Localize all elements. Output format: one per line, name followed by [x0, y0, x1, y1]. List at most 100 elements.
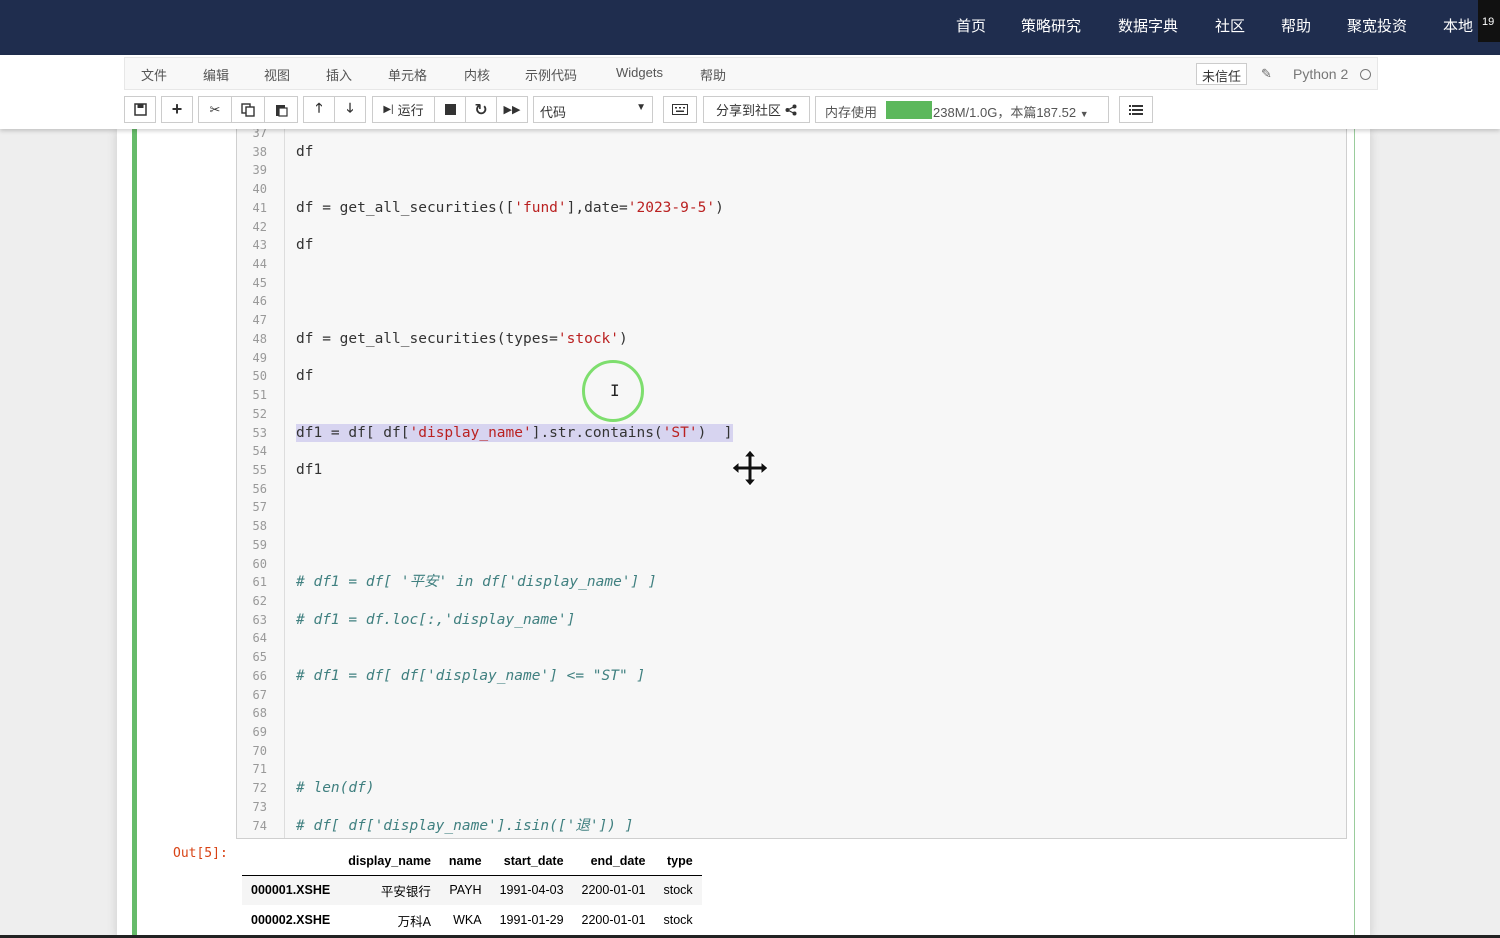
corner-badge: 19	[1478, 0, 1500, 42]
keyboard-icon	[672, 104, 688, 115]
copy-button[interactable]	[231, 96, 265, 123]
code-line[interactable]: # len(df)	[296, 779, 375, 797]
nav-strategy-research[interactable]: 策略研究	[1021, 18, 1081, 36]
refresh-icon: ↻	[474, 101, 488, 119]
share-to-community-button[interactable]: 分享到社区	[703, 96, 810, 123]
save-icon	[133, 103, 147, 116]
menu-file[interactable]: 文件	[141, 65, 167, 84]
line-number: 40	[252, 182, 267, 197]
table-cell: 2200-01-01	[581, 913, 646, 927]
not-trusted-button[interactable]: 未信任	[1196, 63, 1248, 85]
nav-community[interactable]: 社区	[1215, 18, 1245, 36]
cell-type-value: 代码	[540, 105, 567, 120]
code-line[interactable]: # df1 = df[ df['display_name'] <= "ST" ]	[296, 667, 645, 685]
keyboard-shortcuts-button[interactable]	[663, 96, 697, 123]
code-line[interactable]: df1	[296, 461, 322, 479]
run-all-button[interactable]: ▶▶	[496, 96, 528, 123]
list-icon	[1129, 104, 1143, 115]
toolbar: + ✂ 🡑 🡓 ▶| 运行 ↻ ▶▶ 代码 ▼ 分享到社区 内存使用 238M/…	[124, 96, 1380, 124]
output-prompt: Out[5]:	[173, 846, 228, 861]
menu-help[interactable]: 帮助	[700, 65, 726, 84]
menu-cell[interactable]: 单元格	[388, 65, 427, 84]
cut-button[interactable]: ✂	[198, 96, 232, 123]
paste-icon	[276, 104, 288, 117]
table-cell: 平安银行	[339, 875, 440, 905]
scissors-icon: ✂	[209, 101, 221, 117]
cell-type-select[interactable]: 代码 ▼	[533, 96, 653, 123]
menu-widgets[interactable]: Widgets	[616, 65, 663, 80]
nav-home[interactable]: 首页	[956, 18, 986, 36]
memory-usage-dropdown[interactable]: 内存使用 238M/1.0G，本篇187.52 ▼	[815, 96, 1109, 123]
code-line[interactable]: df = get_all_securities(['fund'],date='2…	[296, 199, 724, 217]
nav-local[interactable]: 本地	[1443, 18, 1473, 36]
share-icon	[785, 104, 797, 115]
code-editor[interactable]: 37 38 39 40 41 42 43 44 45 46 47 48 49 50 51 52 53 54 55 56…	[236, 129, 1347, 839]
fast-forward-icon: ▶▶	[503, 104, 521, 116]
index-header	[242, 847, 340, 876]
step-forward-icon: ▶|	[383, 104, 394, 115]
chevron-down-icon: ▼	[636, 102, 646, 113]
output-dataframe-table: display_name name start_date end_date ty…	[242, 847, 702, 935]
line-number: 45	[252, 275, 267, 290]
restart-button[interactable]: ↻	[465, 96, 497, 123]
copy-icon	[241, 102, 255, 117]
row-index: 000001.XSHE	[242, 875, 340, 905]
line-number: 70	[252, 743, 267, 758]
code-line[interactable]: df	[296, 236, 313, 254]
insert-cell-button[interactable]: +	[161, 96, 193, 123]
line-number: 73	[252, 799, 267, 814]
menu-example-code[interactable]: 示例代码	[525, 65, 577, 84]
table-cell: 1991-01-29	[499, 913, 564, 927]
line-number: 71	[252, 762, 267, 777]
line-number: 64	[252, 631, 267, 646]
nav-joinquant-invest[interactable]: 聚宽投资	[1347, 18, 1407, 36]
column-header: end_date	[572, 847, 655, 876]
line-number: 56	[252, 481, 267, 496]
selected-code-line[interactable]: df1 = df[ df['display_name'].str.contain…	[296, 423, 733, 442]
menu-view[interactable]: 视图	[264, 65, 290, 84]
line-number: 67	[252, 687, 267, 702]
plus-icon: +	[171, 99, 183, 119]
code-line[interactable]: # df[ df['display_name'].isin(['退']) ]	[296, 817, 634, 835]
table-of-contents-button[interactable]	[1119, 96, 1153, 123]
interrupt-button[interactable]	[434, 96, 466, 123]
line-number: 42	[252, 219, 267, 234]
stop-icon	[444, 104, 456, 115]
code-line[interactable]: df = get_all_securities(types='stock')	[296, 330, 628, 348]
table-cell: WKA	[453, 913, 482, 927]
table-cell: 1991-04-03	[490, 875, 573, 905]
pencil-icon[interactable]: ✎	[1261, 66, 1272, 82]
code-line[interactable]: # df1 = df.loc[:,'display_name']	[296, 611, 575, 629]
table-row: 000001.XSHE 平安银行 PAYH 1991-04-03 2200-01…	[242, 875, 702, 905]
code-line[interactable]: df	[296, 367, 313, 385]
move-up-button[interactable]: 🡑	[303, 96, 335, 123]
line-number: 62	[252, 594, 267, 608]
memory-usage-text: 238M/1.0G，本篇187.52 ▼	[933, 105, 1089, 120]
line-number: 69	[252, 725, 267, 740]
line-number: 55	[252, 462, 267, 477]
nav-data-dictionary[interactable]: 数据字典	[1118, 18, 1178, 36]
paste-button[interactable]	[264, 96, 298, 123]
caret-down-icon: ▼	[1079, 109, 1089, 119]
table-cell: 万科A	[397, 914, 431, 929]
memory-progress-bar	[886, 101, 932, 119]
run-button[interactable]: ▶| 运行	[372, 96, 435, 123]
menu-kernel[interactable]: 内核	[464, 65, 490, 84]
code-line[interactable]: df	[296, 143, 313, 161]
line-number: 51	[252, 388, 267, 403]
save-button[interactable]	[124, 96, 156, 123]
line-number: 68	[252, 706, 267, 721]
text-cursor-icon: I	[610, 381, 620, 400]
move-down-button[interactable]: 🡓	[334, 96, 366, 123]
column-header: type	[654, 847, 702, 876]
line-number: 46	[252, 294, 267, 309]
line-number: 57	[252, 500, 267, 515]
line-number-gutter: 37 38 39 40 41 42 43 44 45 46 47 48 49 50 51 52 53 54 55 56…	[237, 129, 285, 838]
code-line[interactable]: # df1 = df[ '平安' in df['display_name'] ]	[296, 573, 657, 591]
menu-edit[interactable]: 编辑	[203, 65, 229, 84]
line-number: 39	[252, 163, 267, 178]
line-number: 65	[252, 650, 267, 665]
line-number: 58	[252, 519, 267, 534]
nav-help[interactable]: 帮助	[1281, 18, 1311, 36]
menu-insert[interactable]: 插入	[326, 65, 352, 84]
